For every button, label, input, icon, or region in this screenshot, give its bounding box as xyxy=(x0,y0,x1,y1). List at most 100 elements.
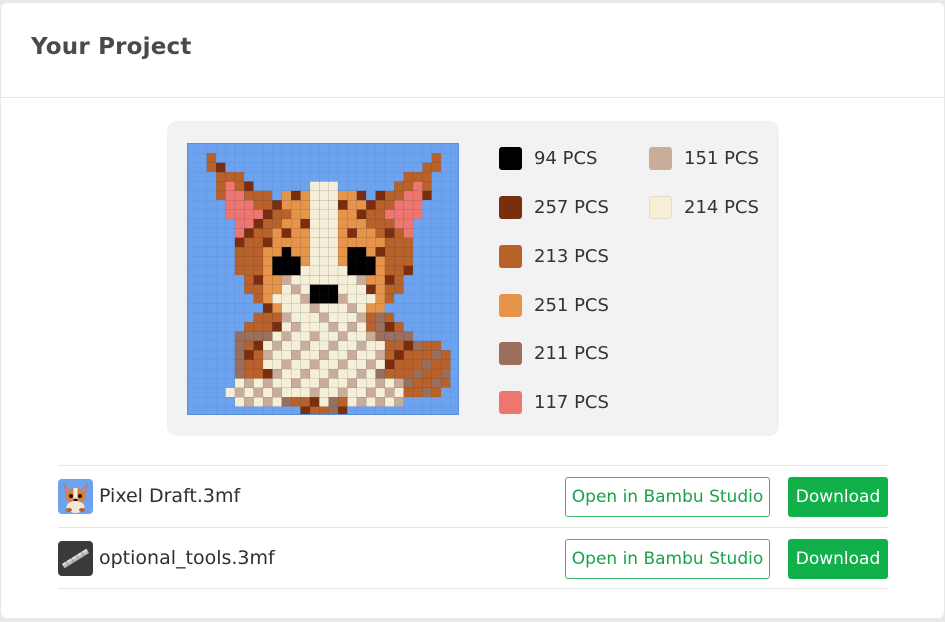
project-card: Your Project 94 PCS 257 PCS 213 PCS 251 … xyxy=(1,3,944,618)
pattern-bead xyxy=(403,144,414,154)
pattern-bead xyxy=(290,284,301,295)
pattern-bead xyxy=(272,275,283,285)
download-button[interactable]: Download xyxy=(788,477,888,517)
pattern-bead xyxy=(337,265,348,276)
pattern-bead xyxy=(253,340,264,351)
pattern-bead xyxy=(431,387,442,398)
pattern-bead xyxy=(422,275,433,285)
pattern-bead xyxy=(206,368,217,379)
pattern-bead xyxy=(431,162,442,173)
pattern-bead xyxy=(225,228,236,239)
pattern-bead xyxy=(450,181,458,192)
pattern-bead xyxy=(225,387,236,398)
pattern-bead xyxy=(412,200,423,210)
pattern-bead xyxy=(225,359,236,370)
pattern-bead xyxy=(412,144,423,154)
pattern-bead xyxy=(262,209,273,220)
pattern-bead xyxy=(300,256,311,267)
pattern-bead xyxy=(319,322,329,332)
pattern-bead xyxy=(375,181,386,192)
pattern-bead xyxy=(450,312,458,323)
pattern-bead xyxy=(300,200,311,210)
pattern-bead xyxy=(215,378,226,389)
pattern-bead xyxy=(403,359,414,370)
pattern-bead xyxy=(290,406,301,414)
pattern-bead xyxy=(290,256,301,267)
swatch-count: 94 PCS xyxy=(534,147,598,169)
pattern-bead xyxy=(319,284,329,295)
pattern-bead xyxy=(300,312,311,323)
pattern-bead xyxy=(188,144,198,154)
pattern-bead xyxy=(328,303,339,314)
pattern-bead xyxy=(375,209,386,220)
pattern-bead xyxy=(366,162,376,173)
pattern-bead xyxy=(375,200,386,210)
pattern-bead xyxy=(403,246,414,257)
pattern-bead xyxy=(412,312,423,323)
pattern-bead xyxy=(244,368,254,379)
open-in-bambu-studio-button[interactable]: Open in Bambu Studio xyxy=(565,539,770,579)
pattern-bead xyxy=(422,406,433,414)
pattern-bead xyxy=(215,228,226,239)
swatch-chip xyxy=(649,146,672,170)
pattern-bead xyxy=(366,200,376,210)
pattern-bead xyxy=(422,284,433,295)
pattern-bead xyxy=(337,350,348,360)
pattern-bead xyxy=(356,397,367,407)
pattern-bead xyxy=(262,162,273,173)
pattern-bead xyxy=(328,144,339,154)
pattern-bead xyxy=(225,406,236,414)
pattern-bead xyxy=(244,181,254,192)
pattern-bead xyxy=(234,256,245,267)
pattern-bead xyxy=(384,284,395,295)
pattern-bead xyxy=(290,209,301,220)
pattern-bead xyxy=(328,246,339,257)
pattern-bead xyxy=(300,275,311,285)
pattern-bead xyxy=(281,237,292,248)
pattern-bead xyxy=(215,350,226,360)
pattern-bead xyxy=(300,350,311,360)
pattern-bead xyxy=(234,181,245,192)
pattern-bead xyxy=(375,293,386,304)
pattern-bead xyxy=(319,406,329,414)
pattern-bead xyxy=(403,284,414,295)
pattern-bead xyxy=(347,153,358,164)
pattern-bead xyxy=(450,246,458,257)
pattern-bead xyxy=(347,275,358,285)
pattern-bead xyxy=(234,171,245,182)
pattern-bead xyxy=(366,350,376,360)
pattern-bead xyxy=(281,209,292,220)
pattern-bead xyxy=(206,303,217,314)
pattern-bead xyxy=(337,237,348,248)
pattern-bead xyxy=(412,265,423,276)
pattern-bead xyxy=(422,303,433,314)
pattern-bead xyxy=(319,340,329,351)
open-in-bambu-studio-button[interactable]: Open in Bambu Studio xyxy=(565,477,770,517)
pattern-bead xyxy=(272,190,283,201)
pattern-bead xyxy=(215,331,226,342)
pattern-bead xyxy=(412,378,423,389)
pattern-bead xyxy=(225,246,236,257)
pattern-bead xyxy=(309,218,320,229)
pattern-bead xyxy=(375,359,386,370)
pattern-bead xyxy=(215,209,226,220)
pattern-bead xyxy=(197,303,208,314)
pattern-bead xyxy=(197,406,208,414)
pattern-bead xyxy=(394,265,404,276)
pattern-bead xyxy=(225,200,236,210)
pattern-bead xyxy=(366,190,376,201)
pattern-bead xyxy=(197,153,208,164)
pattern-bead xyxy=(412,256,423,267)
pattern-bead xyxy=(384,246,395,257)
pattern-bead xyxy=(450,153,458,164)
pattern-bead xyxy=(394,190,404,201)
pattern-bead xyxy=(328,378,339,389)
pattern-bead xyxy=(206,331,217,342)
swatch-item: 251 PCS xyxy=(499,292,609,318)
download-button[interactable]: Download xyxy=(788,539,888,579)
pattern-bead xyxy=(215,368,226,379)
pattern-bead xyxy=(281,350,292,360)
pattern-bead xyxy=(441,218,451,229)
pattern-bead xyxy=(394,331,404,342)
pattern-bead xyxy=(356,406,367,414)
